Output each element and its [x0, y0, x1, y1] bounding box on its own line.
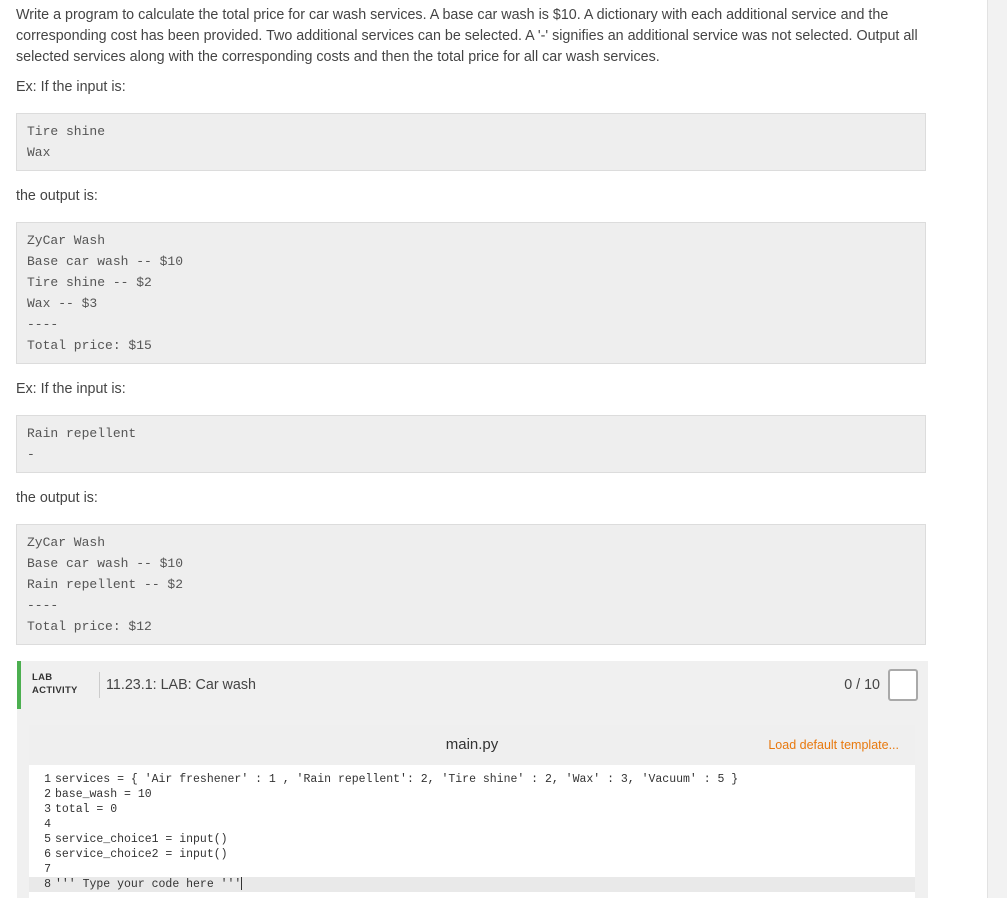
line-number: 8	[44, 878, 51, 891]
example2-output-line: Rain repellent -- $2	[27, 577, 184, 592]
code-line: 5 service_choice1 = input()	[29, 832, 915, 847]
code-text: base_wash = 10	[55, 788, 152, 801]
example2-output-line: ZyCar Wash	[27, 535, 106, 550]
code-line: 3 total = 0	[29, 802, 915, 817]
example2-output-line: ----	[27, 598, 59, 613]
right-scroll-rail	[987, 0, 1007, 898]
code-text: services = { 'Air freshener' : 1 , 'Rain…	[55, 773, 739, 786]
lab-tag-line2: ACTIVITY	[32, 685, 78, 696]
code-text: ''' Type your code here '''	[55, 878, 242, 891]
example1-output-line: Total price: $15	[27, 338, 152, 353]
header-divider	[99, 672, 100, 698]
example1-output-line: Tire shine -- $2	[27, 275, 152, 290]
line-number: 1	[44, 773, 51, 786]
example1-input-line: Tire shine	[27, 124, 106, 139]
example1-output-line: Base car wash -- $10	[27, 254, 184, 269]
line-number: 2	[44, 788, 51, 801]
lab-score: 0 / 10	[844, 677, 880, 693]
text-cursor	[241, 877, 243, 891]
example1-output-line: Wax -- $3	[27, 296, 98, 311]
editor-header: main.py Load default template...	[29, 725, 915, 765]
code-line: 2 base_wash = 10	[29, 787, 915, 802]
example1-output-line: ----	[27, 317, 59, 332]
example2-input-label: Ex: If the input is:	[16, 381, 126, 397]
example1-input-label: Ex: If the input is:	[16, 79, 126, 95]
line-number: 4	[44, 818, 51, 831]
code-text: service_choice1 = input()	[55, 833, 228, 846]
active-code-line[interactable]: 8 ''' Type your code here '''	[29, 877, 915, 892]
example1-input-box: Tire shine Wax	[16, 113, 926, 171]
code-line: 6 service_choice2 = input()	[29, 847, 915, 862]
example2-input-line: Rain repellent	[27, 426, 137, 441]
prompt-text: Write a program to calculate the total p…	[16, 7, 918, 65]
example2-output-line: Base car wash -- $10	[27, 556, 184, 571]
example2-input-box: Rain repellent -	[16, 415, 926, 473]
code-line: 4	[29, 817, 915, 832]
line-number: 5	[44, 833, 51, 846]
line-number: 7	[44, 863, 51, 876]
example2-output-box: ZyCar Wash Base car wash -- $10 Rain rep…	[16, 524, 926, 645]
code-line: 1 services = { 'Air freshener' : 1 , 'Rai…	[29, 772, 915, 787]
example1-output-line: ZyCar Wash	[27, 233, 106, 248]
code-area[interactable]: 1 services = { 'Air freshener' : 1 , 'Rai…	[29, 772, 915, 892]
load-default-template-link[interactable]: Load default template...	[768, 738, 899, 752]
example2-output-line: Total price: $12	[27, 619, 152, 634]
example1-input-line: Wax	[27, 145, 51, 160]
lab-activity-tag: LAB ACTIVITY	[32, 671, 78, 697]
example1-output-box: ZyCar Wash Base car wash -- $10 Tire shi…	[16, 222, 926, 364]
code-text: service_choice2 = input()	[55, 848, 228, 861]
problem-statement: Write a program to calculate the total p…	[16, 5, 928, 645]
example1-output-label: the output is:	[16, 188, 98, 204]
lab-tag-line1: LAB	[32, 672, 53, 683]
lab-activity-card: LAB ACTIVITY 11.23.1: LAB: Car wash 0 / …	[17, 661, 928, 898]
line-number: 6	[44, 848, 51, 861]
example2-output-label: the output is:	[16, 490, 98, 506]
example2-input-line: -	[27, 447, 35, 462]
lab-title: 11.23.1: LAB: Car wash	[106, 677, 256, 693]
code-text: total = 0	[55, 803, 118, 816]
code-editor[interactable]: main.py Load default template... 1 servic…	[29, 725, 915, 898]
code-line: 7	[29, 862, 915, 877]
completion-checkbox-icon	[888, 669, 918, 701]
line-number: 3	[44, 803, 51, 816]
lab-activity-header: LAB ACTIVITY 11.23.1: LAB: Car wash 0 / …	[17, 661, 928, 709]
